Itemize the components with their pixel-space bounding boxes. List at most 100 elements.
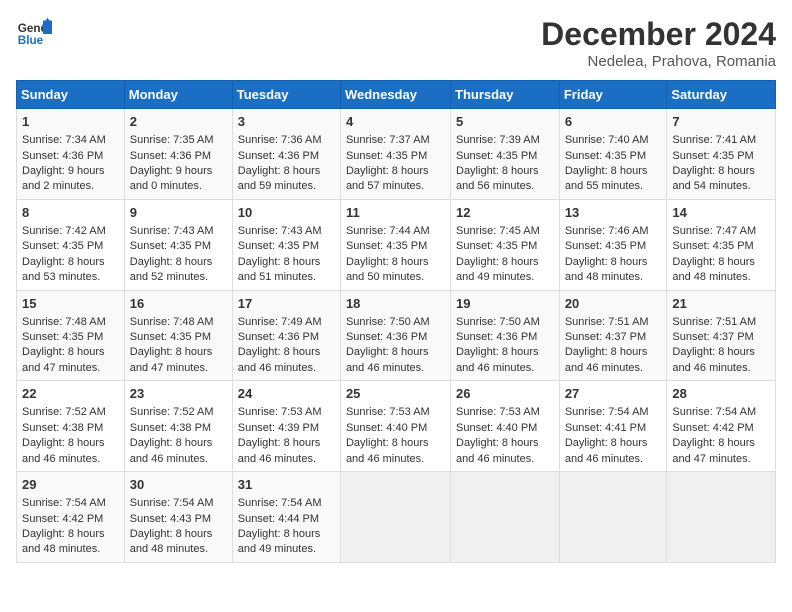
day-info-line: Daylight: 8 hours xyxy=(346,255,445,270)
day-info-line: and 47 minutes. xyxy=(22,361,119,376)
day-info-line: Sunrise: 7:39 AM xyxy=(456,133,554,148)
day-info-line: Sunrise: 7:43 AM xyxy=(130,224,227,239)
day-info-line: and 46 minutes. xyxy=(672,361,770,376)
day-info-line: and 48 minutes. xyxy=(672,270,770,285)
day-info-line: Daylight: 8 hours xyxy=(565,436,662,451)
calendar-cell: 20Sunrise: 7:51 AMSunset: 4:37 PMDayligh… xyxy=(559,290,667,381)
day-info-line: Sunset: 4:42 PM xyxy=(22,512,119,527)
calendar-cell: 22Sunrise: 7:52 AMSunset: 4:38 PMDayligh… xyxy=(17,381,125,472)
calendar-cell: 9Sunrise: 7:43 AMSunset: 4:35 PMDaylight… xyxy=(124,199,232,290)
day-number: 7 xyxy=(672,113,770,131)
day-info-line: Sunrise: 7:49 AM xyxy=(238,315,335,330)
calendar-week-row: 15Sunrise: 7:48 AMSunset: 4:35 PMDayligh… xyxy=(17,290,776,381)
day-info-line: Sunset: 4:37 PM xyxy=(565,330,662,345)
day-info-line: Daylight: 8 hours xyxy=(22,345,119,360)
day-info-line: Daylight: 8 hours xyxy=(22,255,119,270)
day-info-line: Daylight: 9 hours xyxy=(130,164,227,179)
day-info-line: Sunset: 4:35 PM xyxy=(565,149,662,164)
day-info-line: and 59 minutes. xyxy=(238,179,335,194)
day-number: 6 xyxy=(565,113,662,131)
calendar-cell: 7Sunrise: 7:41 AMSunset: 4:35 PMDaylight… xyxy=(667,109,776,200)
weekday-header-thursday: Thursday xyxy=(451,81,560,109)
day-info-line: Sunset: 4:43 PM xyxy=(130,512,227,527)
day-number: 25 xyxy=(346,385,445,403)
day-info-line: Sunrise: 7:51 AM xyxy=(565,315,662,330)
day-info-line: and 47 minutes. xyxy=(672,452,770,467)
day-info-line: Sunset: 4:36 PM xyxy=(238,149,335,164)
calendar-cell: 18Sunrise: 7:50 AMSunset: 4:36 PMDayligh… xyxy=(340,290,450,381)
day-info-line: Sunset: 4:36 PM xyxy=(456,330,554,345)
day-number: 13 xyxy=(565,204,662,222)
day-info-line: Sunset: 4:40 PM xyxy=(346,421,445,436)
calendar-cell xyxy=(451,472,560,563)
day-info-line: Sunrise: 7:50 AM xyxy=(346,315,445,330)
day-info-line: Sunrise: 7:54 AM xyxy=(238,496,335,511)
weekday-header-tuesday: Tuesday xyxy=(232,81,340,109)
day-info-line: Sunrise: 7:50 AM xyxy=(456,315,554,330)
calendar-cell: 8Sunrise: 7:42 AMSunset: 4:35 PMDaylight… xyxy=(17,199,125,290)
day-info-line: Sunset: 4:35 PM xyxy=(22,239,119,254)
day-info-line: and 48 minutes. xyxy=(565,270,662,285)
calendar-table: SundayMondayTuesdayWednesdayThursdayFrid… xyxy=(16,80,776,563)
day-info-line: Daylight: 8 hours xyxy=(456,255,554,270)
day-info-line: Sunset: 4:35 PM xyxy=(346,239,445,254)
calendar-cell: 15Sunrise: 7:48 AMSunset: 4:35 PMDayligh… xyxy=(17,290,125,381)
day-info-line: Sunset: 4:35 PM xyxy=(456,149,554,164)
day-info-line: Sunrise: 7:42 AM xyxy=(22,224,119,239)
day-info-line: Sunrise: 7:48 AM xyxy=(22,315,119,330)
day-info-line: Daylight: 8 hours xyxy=(130,345,227,360)
calendar-week-row: 22Sunrise: 7:52 AMSunset: 4:38 PMDayligh… xyxy=(17,381,776,472)
logo-icon: General Blue xyxy=(16,16,52,52)
day-info-line: and 46 minutes. xyxy=(456,452,554,467)
weekday-header-saturday: Saturday xyxy=(667,81,776,109)
day-info-line: Sunset: 4:35 PM xyxy=(456,239,554,254)
weekday-header-row: SundayMondayTuesdayWednesdayThursdayFrid… xyxy=(17,81,776,109)
day-info-line: and 46 minutes. xyxy=(565,361,662,376)
day-number: 30 xyxy=(130,476,227,494)
day-number: 17 xyxy=(238,295,335,313)
calendar-cell: 23Sunrise: 7:52 AMSunset: 4:38 PMDayligh… xyxy=(124,381,232,472)
day-info-line: Daylight: 8 hours xyxy=(565,164,662,179)
logo: General Blue xyxy=(16,16,52,52)
day-info-line: Sunset: 4:38 PM xyxy=(22,421,119,436)
day-info-line: and 48 minutes. xyxy=(130,542,227,557)
calendar-cell: 14Sunrise: 7:47 AMSunset: 4:35 PMDayligh… xyxy=(667,199,776,290)
day-info-line: Sunrise: 7:54 AM xyxy=(672,405,770,420)
weekday-header-sunday: Sunday xyxy=(17,81,125,109)
calendar-subtitle: Nedelea, Prahova, Romania xyxy=(541,53,776,70)
day-info-line: Daylight: 8 hours xyxy=(565,255,662,270)
day-number: 20 xyxy=(565,295,662,313)
day-info-line: Sunrise: 7:51 AM xyxy=(672,315,770,330)
day-number: 4 xyxy=(346,113,445,131)
day-info-line: and 56 minutes. xyxy=(456,179,554,194)
day-info-line: Sunrise: 7:53 AM xyxy=(346,405,445,420)
calendar-cell: 26Sunrise: 7:53 AMSunset: 4:40 PMDayligh… xyxy=(451,381,560,472)
svg-text:Blue: Blue xyxy=(18,34,44,47)
day-info-line: Sunrise: 7:37 AM xyxy=(346,133,445,148)
calendar-cell: 17Sunrise: 7:49 AMSunset: 4:36 PMDayligh… xyxy=(232,290,340,381)
calendar-cell: 4Sunrise: 7:37 AMSunset: 4:35 PMDaylight… xyxy=(340,109,450,200)
day-info-line: Sunrise: 7:54 AM xyxy=(22,496,119,511)
day-info-line: Daylight: 8 hours xyxy=(130,527,227,542)
calendar-cell: 24Sunrise: 7:53 AMSunset: 4:39 PMDayligh… xyxy=(232,381,340,472)
day-info-line: Daylight: 8 hours xyxy=(130,436,227,451)
title-area: December 2024 Nedelea, Prahova, Romania xyxy=(541,16,776,70)
day-info-line: Sunrise: 7:41 AM xyxy=(672,133,770,148)
day-info-line: Daylight: 8 hours xyxy=(238,527,335,542)
day-info-line: Daylight: 9 hours xyxy=(22,164,119,179)
day-number: 31 xyxy=(238,476,335,494)
day-number: 3 xyxy=(238,113,335,131)
day-info-line: Daylight: 8 hours xyxy=(22,436,119,451)
day-info-line: Sunrise: 7:36 AM xyxy=(238,133,335,148)
calendar-week-row: 1Sunrise: 7:34 AMSunset: 4:36 PMDaylight… xyxy=(17,109,776,200)
day-info-line: Sunset: 4:35 PM xyxy=(130,239,227,254)
day-info-line: Sunset: 4:35 PM xyxy=(672,149,770,164)
day-info-line: Daylight: 8 hours xyxy=(238,164,335,179)
day-info-line: and 47 minutes. xyxy=(130,361,227,376)
weekday-header-wednesday: Wednesday xyxy=(340,81,450,109)
day-info-line: Sunrise: 7:53 AM xyxy=(456,405,554,420)
day-info-line: Daylight: 8 hours xyxy=(456,164,554,179)
day-info-line: Sunset: 4:35 PM xyxy=(130,330,227,345)
day-number: 2 xyxy=(130,113,227,131)
day-info-line: and 52 minutes. xyxy=(130,270,227,285)
